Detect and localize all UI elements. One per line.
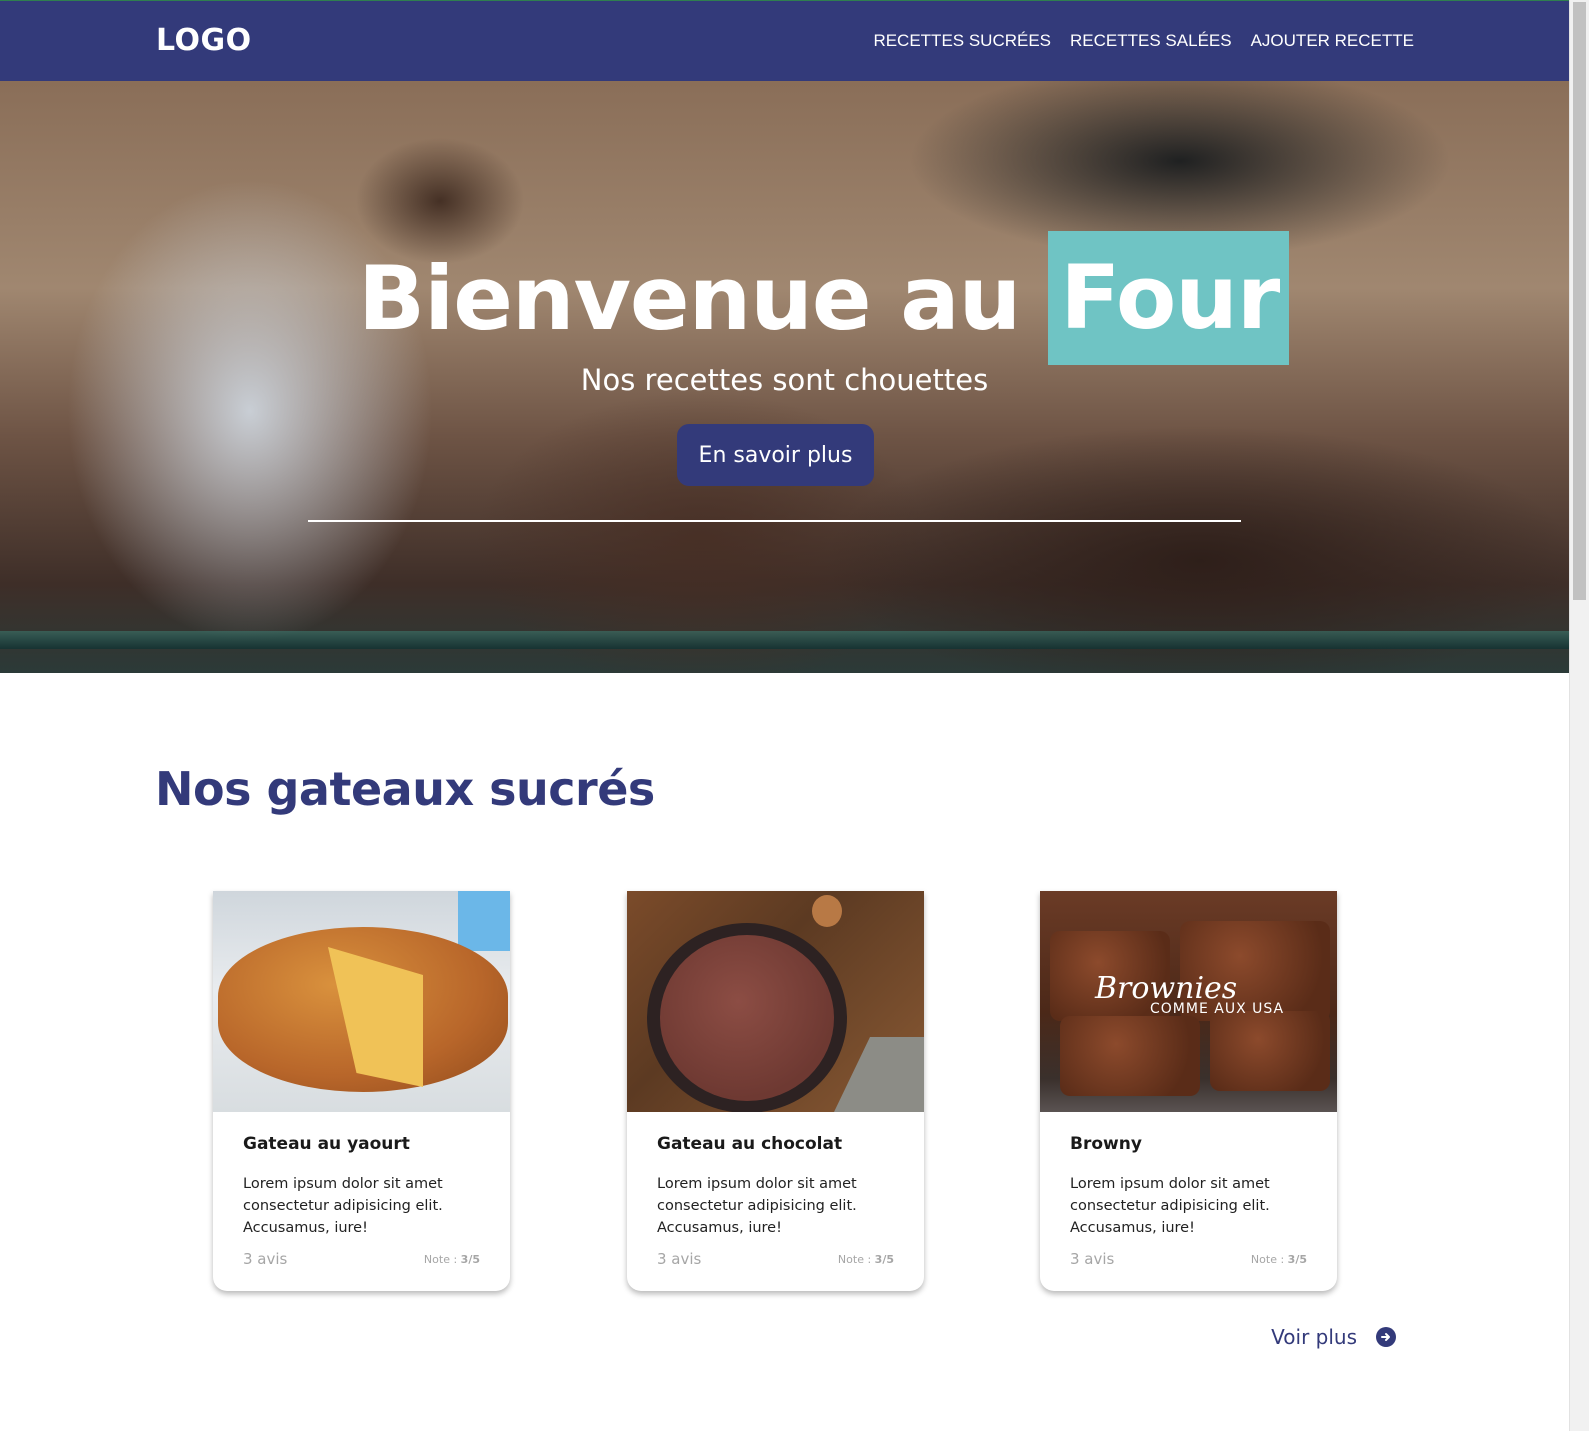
recipe-reviews: 3 avis: [243, 1250, 288, 1268]
recipe-image-yaourt: [213, 891, 510, 1112]
recipe-title: Browny: [1070, 1134, 1142, 1154]
hero-background-glass: [0, 631, 1569, 649]
rating-label: Note :: [837, 1253, 872, 1266]
arrow-right-circle-icon: [1376, 1327, 1396, 1347]
rating-value: 3/5: [1287, 1253, 1307, 1266]
recipe-card-yaourt[interactable]: Gateau au yaourt Lorem ipsum dolor sit a…: [213, 891, 510, 1291]
recipe-card-browny[interactable]: Brownies COMME AUX USA Browny Lorem ipsu…: [1040, 891, 1337, 1291]
nav-link-recettes-salees[interactable]: RECETTES SALÉES: [1070, 31, 1232, 51]
see-more-link[interactable]: Voir plus: [1271, 1325, 1396, 1349]
recipe-rating: Note : 3/5: [838, 1253, 894, 1266]
learn-more-button[interactable]: En savoir plus: [677, 424, 874, 486]
rating-label: Note :: [423, 1253, 458, 1266]
arrow-right-icon: [1381, 1333, 1390, 1341]
hero-banner: Bienvenue au Four Nos recettes sont chou…: [0, 81, 1569, 673]
image-detail: [660, 935, 834, 1101]
image-caption-sub: COMME AUX USA: [1150, 1001, 1285, 1017]
hero-subtitle: Nos recettes sont chouettes: [580, 363, 989, 397]
recipe-image-browny: Brownies COMME AUX USA: [1040, 891, 1337, 1112]
image-detail: [1210, 1011, 1330, 1091]
recipe-image-chocolat: [627, 891, 924, 1112]
see-more-label: Voir plus: [1271, 1325, 1357, 1349]
recipe-title: Gateau au yaourt: [243, 1134, 410, 1154]
hero-divider: [308, 520, 1241, 522]
recipe-description: Lorem ipsum dolor sit amet consectetur a…: [243, 1176, 443, 1236]
image-detail: [834, 1037, 924, 1112]
nav-link-recettes-sucrees[interactable]: RECETTES SUCRÉES: [873, 31, 1051, 51]
image-detail: [1060, 1016, 1200, 1096]
recipe-rating: Note : 3/5: [424, 1253, 480, 1266]
image-detail: [458, 891, 510, 951]
hero-title-accent: Four: [1048, 231, 1290, 365]
recipe-title: Gateau au chocolat: [657, 1134, 843, 1154]
hero-title: Bienvenue au Four: [358, 231, 1290, 365]
top-navbar: LOGO RECETTES SUCRÉES RECETTES SALÉES AJ…: [0, 0, 1569, 81]
nav-link-ajouter-recette[interactable]: AJOUTER RECETTE: [1251, 31, 1414, 51]
rating-value: 3/5: [874, 1253, 894, 1266]
page: LOGO RECETTES SUCRÉES RECETTES SALÉES AJ…: [0, 0, 1589, 1431]
recipe-reviews: 3 avis: [1070, 1250, 1115, 1268]
hero-title-main: Bienvenue au: [358, 246, 1021, 350]
recipe-description: Lorem ipsum dolor sit amet consectetur a…: [657, 1176, 857, 1236]
logo[interactable]: LOGO: [156, 23, 252, 58]
image-detail: [812, 895, 842, 927]
scrollbar-thumb[interactable]: [1573, 2, 1586, 600]
recipe-rating: Note : 3/5: [1251, 1253, 1307, 1266]
recipe-reviews: 3 avis: [657, 1250, 702, 1268]
main-nav: RECETTES SUCRÉES RECETTES SALÉES AJOUTER…: [873, 31, 1414, 51]
section-title: Nos gateaux sucrés: [155, 762, 655, 816]
recipe-card-chocolat[interactable]: Gateau au chocolat Lorem ipsum dolor sit…: [627, 891, 924, 1291]
rating-label: Note :: [1250, 1253, 1285, 1266]
rating-value: 3/5: [460, 1253, 480, 1266]
vertical-scrollbar[interactable]: [1569, 0, 1589, 1431]
recipe-description: Lorem ipsum dolor sit amet consectetur a…: [1070, 1176, 1270, 1236]
